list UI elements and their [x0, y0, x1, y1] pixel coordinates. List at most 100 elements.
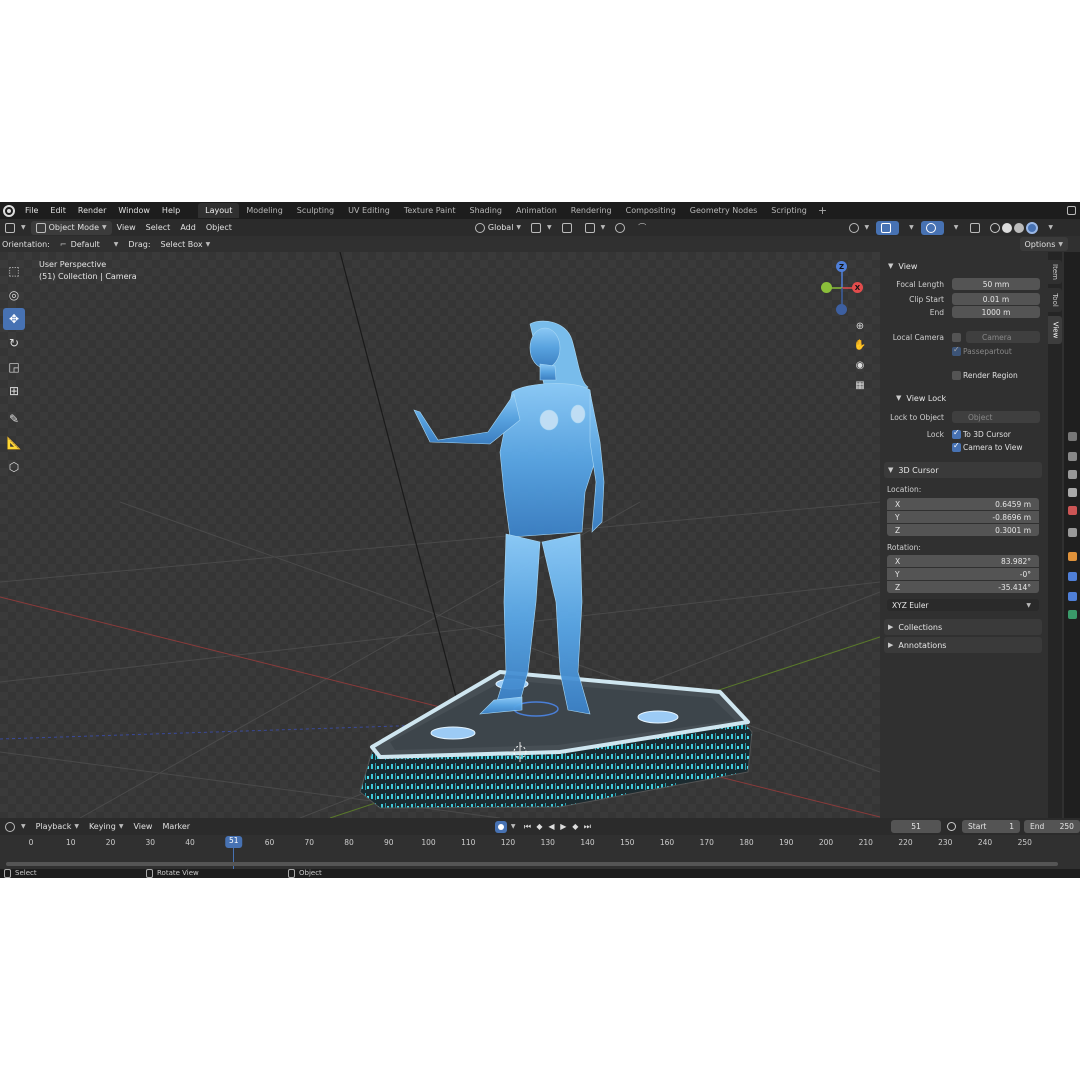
preview-range-icon[interactable] — [947, 822, 957, 831]
proportional-edit-toggle[interactable] — [610, 221, 633, 235]
menu-view[interactable]: View — [112, 221, 141, 235]
timeline[interactable]: 0 10 20 30 40 51 60 70 80 90 100 110 120 130 140 150 160… — [0, 835, 1080, 869]
keying-dropdown[interactable]: ▼ — [511, 823, 516, 830]
menu-add[interactable]: Add — [175, 221, 201, 235]
tab-item[interactable]: Item — [1048, 260, 1062, 284]
menu-window[interactable]: Window — [112, 202, 156, 219]
add-cube-tool-icon[interactable]: ⬡ — [3, 456, 25, 478]
cursor-rotation-x[interactable]: X 83.982° — [887, 555, 1039, 567]
navigation-gizmo[interactable]: Z X — [815, 257, 871, 317]
object-properties-icon[interactable] — [1068, 552, 1077, 561]
editor-type-button[interactable]: ▼ — [0, 221, 31, 235]
passepartout-checkbox[interactable] — [952, 345, 961, 356]
current-frame-field[interactable]: 51 — [891, 820, 942, 833]
menu-render[interactable]: Render — [72, 202, 112, 219]
view-lock-header[interactable]: ▼ View Lock — [892, 390, 1050, 406]
tab-geometry-nodes[interactable]: Geometry Nodes — [683, 203, 764, 218]
marker-menu[interactable]: Marker — [157, 820, 195, 834]
3d-cursor-header[interactable]: ▼ 3D Cursor — [884, 462, 1042, 478]
tab-view[interactable]: View — [1048, 316, 1062, 344]
auto-keying-button[interactable] — [494, 820, 507, 833]
add-workspace-button[interactable]: + — [814, 204, 831, 217]
keying-menu[interactable]: Keying ▼ — [84, 820, 129, 834]
tab-uv-editing[interactable]: UV Editing — [341, 203, 397, 218]
cursor-location-x[interactable]: X 0.6459 m — [887, 498, 1039, 510]
shading-solid-button[interactable] — [1002, 222, 1013, 233]
playback-menu[interactable]: Playback ▼ — [31, 820, 84, 834]
start-frame-field[interactable]: Start 1 — [962, 820, 1020, 833]
tab-compositing[interactable]: Compositing — [619, 203, 683, 218]
output-properties-icon[interactable] — [1068, 470, 1077, 479]
zoom-icon[interactable]: ⊕ — [852, 318, 868, 334]
tab-sculpting[interactable]: Sculpting — [290, 203, 341, 218]
camera-view-icon[interactable]: ◉ — [852, 357, 868, 373]
overlays-dropdown[interactable]: ▼ — [946, 221, 964, 235]
rotate-tool-icon[interactable]: ↻ — [3, 332, 25, 354]
tab-layout[interactable]: Layout — [198, 203, 240, 218]
view-layer-icon[interactable] — [1068, 488, 1077, 497]
xray-toggle[interactable] — [965, 221, 988, 235]
pivot-dropdown[interactable]: ▼ — [526, 221, 557, 235]
cursor-location-y[interactable]: Y -0.8696 m — [887, 511, 1039, 523]
timeline-scrollbar[interactable] — [6, 862, 1058, 866]
timeline-editor-type[interactable]: ▼ — [0, 820, 31, 834]
clip-end-field[interactable]: 1000 m — [952, 306, 1040, 318]
drag-dropdown[interactable]: Select Box ▼ — [156, 237, 216, 251]
menu-file[interactable]: File — [19, 202, 44, 219]
view-panel-header[interactable]: ▼ View — [884, 258, 1042, 274]
orientation-dropdown[interactable]: ⌐ Default ▼ — [55, 237, 124, 251]
clip-start-field[interactable]: 0.01 m — [952, 293, 1040, 305]
cursor-location-z[interactable]: Z 0.3001 m — [887, 524, 1039, 536]
snap-toggle[interactable] — [557, 221, 580, 235]
options-dropdown[interactable]: Options ▼ — [1019, 237, 1068, 251]
scene-properties-icon[interactable] — [1068, 506, 1077, 515]
tab-animation[interactable]: Animation — [509, 203, 564, 218]
shading-dropdown[interactable]: ▼ — [1040, 221, 1058, 235]
end-frame-field[interactable]: End 250 — [1024, 820, 1080, 833]
render-region-checkbox[interactable] — [952, 371, 961, 380]
collections-panel-header[interactable]: ▶ Collections — [884, 619, 1042, 635]
gizmo-toggle[interactable] — [876, 220, 900, 235]
mode-dropdown[interactable]: Object Mode ▼ — [30, 220, 112, 235]
tab-scripting[interactable]: Scripting — [764, 203, 814, 218]
menu-edit[interactable]: Edit — [44, 202, 72, 219]
gizmo-z-axis[interactable]: Z — [836, 261, 847, 272]
play-icon[interactable]: ▶ — [557, 821, 569, 833]
render-properties-icon[interactable] — [1068, 452, 1077, 461]
annotate-tool-icon[interactable]: ✎ — [3, 408, 25, 430]
next-keyframe-icon[interactable]: ◆ — [569, 821, 581, 833]
shading-wireframe-button[interactable] — [990, 222, 1001, 233]
pan-hand-icon[interactable]: ✋ — [852, 337, 868, 353]
play-reverse-icon[interactable]: ◀ — [545, 821, 557, 833]
tool-properties-icon[interactable] — [1068, 432, 1077, 441]
rotation-mode-dropdown[interactable]: XYZ Euler ▼ — [887, 599, 1039, 611]
transform-orientation-dropdown[interactable]: Global ▼ — [470, 221, 526, 235]
tab-tool[interactable]: Tool — [1048, 288, 1062, 312]
gizmo-neg-z-axis[interactable] — [836, 304, 847, 315]
focal-length-field[interactable]: 50 mm — [952, 278, 1040, 290]
local-camera-checkbox[interactable] — [952, 333, 961, 342]
jump-start-icon[interactable]: ⏮ — [521, 821, 533, 833]
cursor-rotation-z[interactable]: Z -35.414° — [887, 581, 1039, 593]
visibility-dropdown[interactable]: ▼ — [844, 221, 875, 235]
menu-select[interactable]: Select — [141, 221, 176, 235]
measure-tool-icon[interactable]: 📐 — [3, 432, 25, 454]
shading-material-button[interactable] — [1014, 222, 1025, 233]
move-tool-icon[interactable]: ✥ — [3, 308, 25, 330]
menu-object[interactable]: Object — [201, 221, 237, 235]
transform-tool-icon[interactable]: ⊞ — [3, 380, 25, 402]
tab-rendering[interactable]: Rendering — [564, 203, 619, 218]
falloff-dropdown[interactable]: ⌒ — [633, 221, 651, 235]
scale-tool-icon[interactable]: ◲ — [3, 356, 25, 378]
snap-dropdown[interactable]: ▼ — [580, 221, 611, 235]
blender-logo-icon[interactable] — [3, 204, 15, 217]
cursor-tool-icon[interactable]: ◎ — [3, 284, 25, 306]
timeline-view-menu[interactable]: View — [128, 820, 157, 834]
cursor-rotation-y[interactable]: Y -0° — [887, 568, 1039, 580]
jump-end-icon[interactable]: ⏭ — [581, 821, 593, 833]
gizmo-y-axis[interactable] — [821, 282, 832, 293]
perspective-grid-icon[interactable]: ▦ — [852, 377, 868, 393]
to-3d-cursor-checkbox[interactable] — [952, 428, 961, 439]
tab-modeling[interactable]: Modeling — [239, 203, 289, 218]
gizmo-dropdown[interactable]: ▼ — [901, 221, 919, 235]
